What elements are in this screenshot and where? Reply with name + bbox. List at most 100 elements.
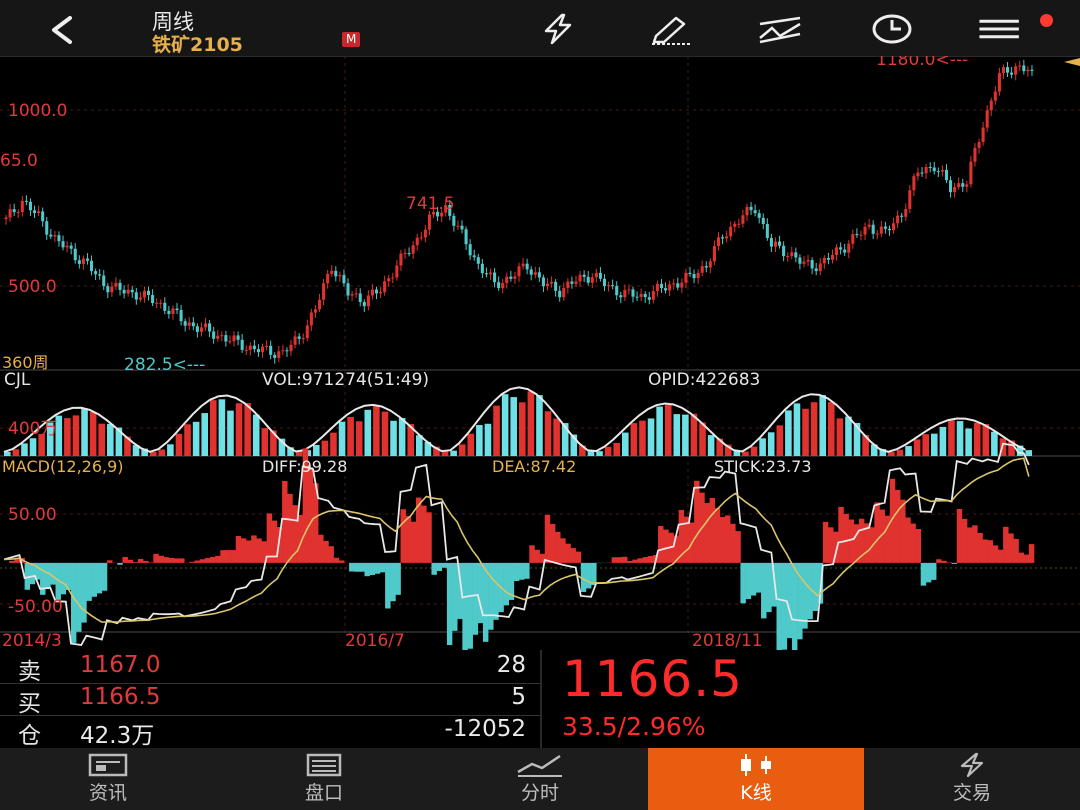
macd-bar (735, 531, 741, 563)
candle-body (273, 354, 277, 358)
volume-bar (922, 434, 929, 456)
macd-bar (894, 489, 901, 563)
macd-bar (982, 539, 988, 563)
volume-bar (622, 432, 629, 456)
macd-bar (240, 538, 247, 563)
candle-body (114, 282, 118, 287)
candle-body (745, 206, 749, 216)
nav-timeshare[interactable]: 分时 (432, 748, 648, 810)
sell-row[interactable]: 卖 1167.0 28 (0, 652, 540, 685)
candle-body (37, 211, 41, 214)
macd-bar (256, 538, 262, 563)
nav-news[interactable]: 资讯 (0, 748, 216, 810)
lightning-icon[interactable] (534, 12, 582, 46)
macd-bar (467, 562, 473, 649)
clock-icon[interactable] (868, 12, 916, 46)
candle-body (879, 226, 883, 234)
macd-bar (426, 512, 432, 563)
candle-body (167, 310, 171, 314)
macd-bar (755, 562, 762, 593)
volume-bar (664, 404, 672, 456)
kline-chart[interactable]: 1000.0 65.0 500.0 741.5 282.5<--- 1180.0… (0, 56, 1080, 650)
quote-panel: 卖 1167.0 28 买 1166.5 5 仓 42.3万 -12052 11… (0, 650, 1080, 749)
macd-bar (822, 521, 829, 563)
candle-body (582, 274, 586, 277)
candle-body (240, 339, 244, 350)
nav-kline-label: K线 (740, 782, 772, 804)
macd-bar (838, 506, 844, 563)
candle-body (782, 245, 786, 257)
macd-bar (900, 499, 906, 563)
volume-bar (364, 409, 372, 456)
candle-body (244, 349, 248, 351)
candle-body (260, 346, 265, 353)
volume-bar (613, 442, 620, 456)
volume-bar (201, 413, 208, 456)
volume-bar (750, 446, 758, 456)
candle-body (130, 289, 134, 293)
candlestick-icon (741, 754, 771, 776)
top-bar: 周线 铁矿2105 M (0, 0, 1080, 57)
candle-body (944, 169, 949, 181)
macd-bar (374, 562, 381, 574)
candle-body (53, 235, 57, 237)
candle-body (301, 338, 305, 340)
volume-bar (501, 394, 509, 456)
macd-bar (714, 508, 721, 563)
candle-body (598, 272, 602, 279)
macd-bar (96, 562, 103, 594)
candle-body (558, 290, 562, 298)
candle-body (965, 184, 969, 187)
last-price: 1166.5 (562, 650, 743, 708)
candle-body (757, 213, 761, 218)
nav-trade[interactable]: 交易 (864, 748, 1080, 810)
volume-bar (89, 411, 97, 456)
macd-bar (1018, 552, 1024, 563)
candle-body (786, 255, 790, 257)
candle-body (664, 288, 668, 291)
candle-body (460, 225, 464, 230)
nav-orderbook[interactable]: 盘口 (216, 748, 432, 810)
macd-bar (338, 560, 345, 563)
candle-body (265, 345, 269, 347)
candle-body (77, 260, 81, 264)
candle-body (721, 237, 725, 239)
back-arrow-icon[interactable] (40, 10, 84, 50)
macd-bar (915, 529, 921, 563)
macd-bar (482, 562, 489, 642)
volume-bar (484, 423, 492, 456)
volume-bar (759, 438, 766, 456)
candle-body (24, 200, 28, 202)
candle-body (403, 253, 407, 255)
volume-readout: VOL:971274(51:49) (262, 370, 429, 390)
nav-orderbook-label: 盘口 (304, 782, 343, 804)
macd-bar (1028, 544, 1035, 563)
macd-bar (956, 509, 963, 563)
indicator-icon[interactable] (756, 12, 804, 46)
nav-trade-label: 交易 (952, 782, 991, 804)
nav-kline[interactable]: K线 (648, 748, 864, 810)
volume-bar (210, 400, 217, 456)
volume-bar (905, 446, 912, 456)
candle-body (423, 229, 427, 238)
candle-body (415, 237, 419, 246)
candle-body (216, 335, 220, 339)
candle-body (659, 283, 664, 289)
macd-bar (235, 536, 242, 563)
candle-body (623, 290, 627, 298)
volume-bar (107, 423, 114, 456)
menu-icon[interactable] (976, 12, 1024, 46)
draw-icon[interactable] (646, 12, 694, 46)
macd-bar (323, 540, 329, 563)
macd-bar (519, 562, 525, 580)
instrument-name[interactable]: 铁矿2105 (152, 30, 243, 57)
bottom-nav: 资讯 盘口 分时 K线 交易 (0, 748, 1080, 810)
candle-body (696, 272, 700, 279)
volume-bar (973, 422, 981, 456)
candle-body (81, 258, 85, 264)
candlestick-series (4, 59, 1034, 364)
candle-body (159, 302, 163, 304)
candle-body (236, 335, 240, 340)
macd-bar (179, 558, 185, 563)
buy-row[interactable]: 买 1166.5 5 (0, 684, 540, 717)
